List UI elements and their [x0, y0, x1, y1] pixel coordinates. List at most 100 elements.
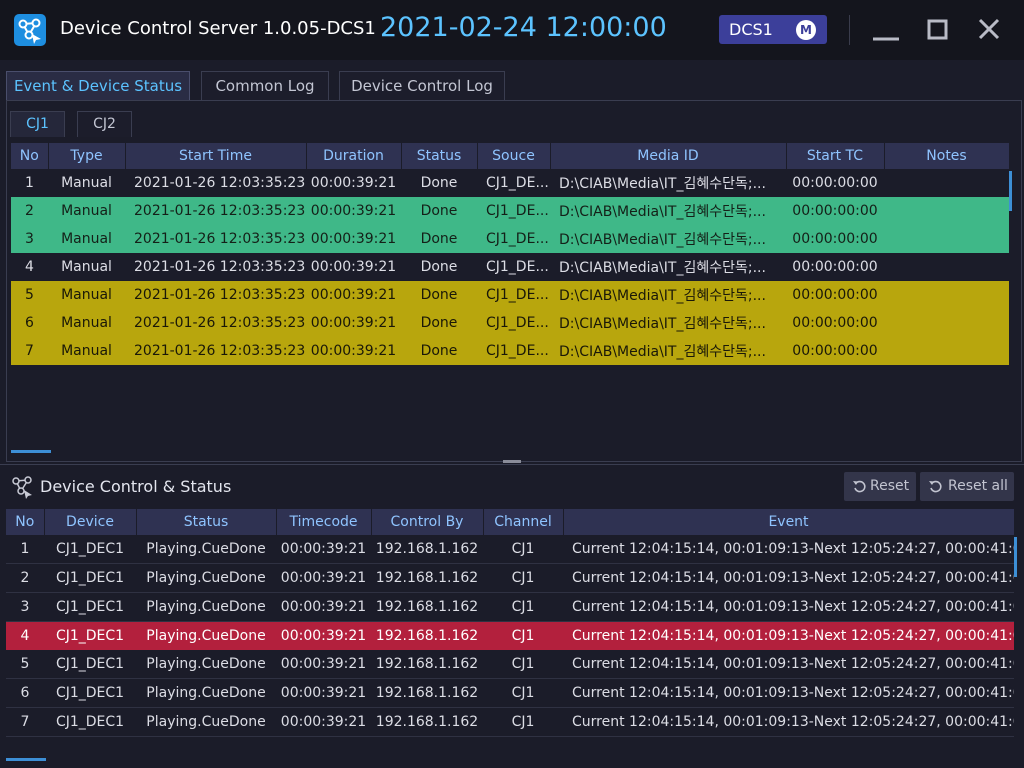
device-table-header: No Device Status Timecode Control By Cha… [6, 509, 1015, 535]
device-table-scrollbar[interactable] [1014, 537, 1017, 577]
table-cell: 00:00:39:21 [276, 650, 371, 679]
table-cell [884, 197, 1009, 225]
table-cell: Current 12:04:15:14, 00:01:09:13-Next 12… [563, 563, 1014, 593]
minimize-button[interactable] [870, 15, 902, 45]
table-cell: CJ1_DEC1 [44, 535, 136, 564]
table-cell: Done [420, 175, 458, 191]
col-device[interactable]: Device [44, 509, 137, 535]
table-row[interactable]: 4 CJ1_DEC1 Playing.CueDone 00:00:39:21 192.1… [6, 621, 1014, 650]
table-row[interactable]: 2 CJ1_DEC1 Playing.CueDone 00:00:39:21 192.1… [6, 563, 1014, 593]
col-type[interactable]: Type [48, 143, 126, 169]
col-no[interactable]: No [11, 143, 49, 169]
table-cell: Current 12:04:15:14, 00:01:09:13-Next 12… [563, 707, 1014, 737]
table-cell: CJ1 [483, 563, 563, 593]
col-duration[interactable]: Duration [306, 143, 402, 169]
tab-device-control-log[interactable]: Device Control Log [339, 71, 505, 101]
table-row[interactable]: 4 Manual 2021-01-26 12:03:35:23 00:00:39:21… [11, 253, 1009, 281]
col-no[interactable]: No [6, 509, 45, 535]
table-cell: Current 12:04:15:14, 00:01:09:13-Next 12… [563, 650, 1014, 679]
table-row[interactable]: 6 CJ1_DEC1 Playing.CueDone 00:00:39:21 192.1… [6, 678, 1014, 708]
table-cell: 00:00:39:21 [306, 281, 401, 309]
table-cell [884, 253, 1009, 281]
table-row[interactable]: 6 Manual 2021-01-26 12:03:35:23 00:00:39:21… [11, 309, 1009, 337]
event-table-scrollbar[interactable] [1009, 171, 1012, 211]
table-row[interactable]: 7 CJ1_DEC1 Playing.CueDone 00:00:39:21 192.1… [6, 707, 1014, 737]
tab-cj2[interactable]: CJ2 [77, 111, 132, 137]
table-cell: D:\CIAB\Media\IT_김혜수단독;... [550, 225, 786, 253]
tab-cj1[interactable]: CJ1 [10, 111, 65, 137]
table-row[interactable]: 1 CJ1_DEC1 Playing.CueDone 00:00:39:21 192.1… [6, 535, 1014, 564]
panel-splitter[interactable] [503, 460, 521, 463]
col-event[interactable]: Event [563, 509, 1015, 535]
table-cell: Playing.CueDone [136, 621, 276, 650]
table-cell: CJ1_DEC1 [44, 707, 136, 737]
table-cell: 2021-01-26 12:03:35:23 [125, 281, 306, 309]
tab-event-device-status[interactable]: Event & Device Status [6, 71, 190, 101]
table-row[interactable]: 1 Manual 2021-01-26 12:03:35:23 00:00:39:21… [11, 169, 1009, 197]
col-status[interactable]: Status [401, 143, 478, 169]
app-title: Device Control Server 1.0.05-DCS1 [60, 18, 376, 39]
reset-button[interactable]: Reset [844, 472, 916, 501]
maximize-button[interactable] [921, 15, 953, 45]
table-cell: Done [401, 225, 477, 253]
table-row[interactable]: 5 Manual 2021-01-26 12:03:35:23 00:00:39:21… [11, 281, 1009, 309]
device-table-hscrollbar[interactable] [6, 758, 46, 761]
table-cell: D:\CIAB\Media\IT_김혜수단독;... [550, 197, 786, 225]
table-cell: D:\CIAB\Media\IT_김혜수단독;... [550, 281, 786, 309]
event-table-hscrollbar[interactable] [11, 450, 51, 453]
table-cell: CJ1 [483, 650, 563, 679]
col-control-by[interactable]: Control By [371, 509, 484, 535]
table-cell: D:\CIAB\Media\IT_김혜수단독;... [550, 309, 786, 337]
col-channel[interactable]: Channel [483, 509, 564, 535]
table-cell: CJ1_DE... [477, 309, 550, 337]
table-cell: 192.168.1.162 [371, 621, 483, 650]
maximize-icon [927, 19, 948, 40]
col-media-id[interactable]: Media ID [550, 143, 787, 169]
table-cell: 2021-01-26 12:03:35:23 [125, 309, 306, 337]
col-timecode[interactable]: Timecode [276, 509, 372, 535]
table-cell: Playing.CueDone [136, 592, 276, 622]
col-start-tc[interactable]: Start TC [786, 143, 885, 169]
table-cell: Manual [48, 197, 125, 225]
tab-common-log[interactable]: Common Log [201, 71, 329, 101]
table-cell: 7 [11, 337, 48, 365]
col-notes[interactable]: Notes [884, 143, 1010, 169]
device-network-icon [10, 474, 36, 500]
table-row[interactable]: 5 CJ1_DEC1 Playing.CueDone 00:00:39:21 192.1… [6, 650, 1014, 679]
table-cell: Current 12:04:15:14, 00:01:09:13-Next 12… [563, 535, 1014, 564]
table-cell: 1 [6, 535, 44, 564]
table-cell: Done [401, 309, 477, 337]
table-row[interactable]: 3 Manual 2021-01-26 12:03:35:23 00:00:39:21… [11, 225, 1009, 253]
col-source[interactable]: Souce [477, 143, 551, 169]
table-cell: 3 [6, 592, 44, 622]
close-button[interactable] [973, 15, 1005, 45]
table-cell: CJ1_DEC1 [44, 650, 136, 679]
table-cell: Playing.CueDone [136, 707, 276, 737]
table-cell: Playing.CueDone [136, 650, 276, 679]
table-cell: 00:00:39:21 [276, 621, 371, 650]
table-cell: CJ1 [483, 621, 563, 650]
table-cell [884, 309, 1009, 337]
table-cell: Manual [48, 309, 125, 337]
table-cell: 2021-01-26 12:03:35:23 [134, 259, 306, 275]
datetime-display: 2021-02-24 12:00:00 [380, 12, 667, 43]
table-cell: CJ1_DE... [486, 175, 549, 191]
col-status[interactable]: Status [136, 509, 277, 535]
table-cell: 2 [11, 197, 48, 225]
table-cell: 7 [6, 707, 44, 737]
table-cell: 2021-01-26 12:03:35:23 [125, 197, 306, 225]
server-badge[interactable]: DCS1 M [719, 15, 827, 44]
table-row[interactable]: 7 Manual 2021-01-26 12:03:35:23 00:00:39:21… [11, 337, 1009, 365]
reset-all-icon [929, 480, 942, 493]
table-cell: Done [401, 197, 477, 225]
table-cell: 192.168.1.162 [371, 678, 483, 708]
title-bar: Device Control Server 1.0.05-DCS1 2021-0… [0, 0, 1024, 60]
table-row[interactable]: 2 Manual 2021-01-26 12:03:35:23 00:00:39:21… [11, 197, 1009, 225]
reset-all-button[interactable]: Reset all [920, 472, 1014, 501]
table-row[interactable]: 3 CJ1_DEC1 Playing.CueDone 00:00:39:21 192.1… [6, 592, 1014, 622]
close-icon [978, 18, 1000, 40]
table-cell: Manual [48, 337, 125, 365]
col-start-time[interactable]: Start Time [125, 143, 307, 169]
panel-divider [0, 464, 1024, 465]
table-cell: 4 [25, 259, 34, 275]
